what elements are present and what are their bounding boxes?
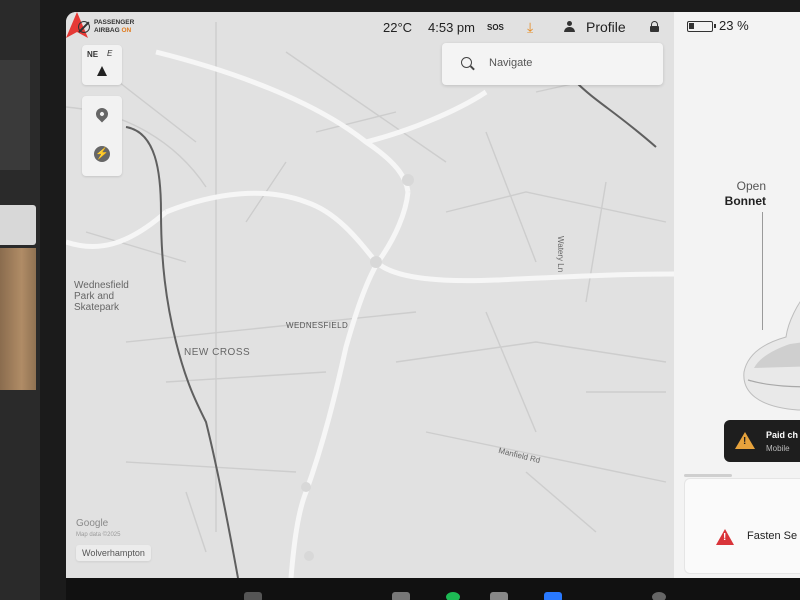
touchscreen: NE E ⚡ Wednesfield Park and Skatepark WE… xyxy=(66,12,800,578)
spotify-icon[interactable] xyxy=(446,592,460,600)
volume-icon[interactable] xyxy=(244,592,262,600)
battery-fill xyxy=(689,23,694,29)
lock-icon[interactable] xyxy=(650,21,659,32)
airbag-state: ON xyxy=(121,27,132,34)
bluetooth-icon[interactable] xyxy=(544,592,562,600)
road-minor xyxy=(165,371,327,383)
airbag-text: PASSENGER AIRBAG ON xyxy=(94,19,134,35)
compass-button[interactable]: NE E xyxy=(82,45,122,85)
app-icon[interactable] xyxy=(490,592,508,600)
charging-alert-card[interactable]: Paid ch Mobile xyxy=(724,420,800,462)
bottom-dock xyxy=(66,578,800,600)
canal xyxy=(575,81,657,148)
status-bar: PASSENGER AIRBAG ON 22°C 4:53 pm SOS ⤓ P… xyxy=(66,12,800,42)
profile-button[interactable]: Profile xyxy=(586,19,626,35)
camera-icon[interactable] xyxy=(652,592,666,600)
road-minor xyxy=(395,341,667,363)
charging-bolt-icon[interactable]: ⚡ xyxy=(94,146,110,162)
map-label-wednesfield: WEDNESFIELD xyxy=(286,321,349,330)
main-road xyxy=(288,191,411,578)
airbag-line1: PASSENGER xyxy=(94,19,135,26)
road-minor xyxy=(485,131,537,263)
battery-icon xyxy=(687,21,716,32)
alert-subtitle: Mobile xyxy=(766,444,790,453)
battery-percent: 23 % xyxy=(719,18,749,33)
roundabout xyxy=(402,174,414,186)
download-icon[interactable]: ⤓ xyxy=(527,19,533,36)
search-icon xyxy=(461,57,472,68)
air-vent xyxy=(0,205,36,245)
main-road xyxy=(66,210,168,250)
compass-heading-letter: E xyxy=(107,49,113,58)
road-minor xyxy=(485,311,537,433)
photo-frame: NE E ⚡ Wednesfield Park and Skatepark WE… xyxy=(0,0,800,600)
roundabout xyxy=(370,256,382,268)
seatbelt-alert-card[interactable]: Fasten Se xyxy=(684,478,800,574)
roundabout xyxy=(304,551,314,561)
pin-icon[interactable] xyxy=(93,105,111,123)
seatbelt-warning-icon xyxy=(716,529,734,545)
road-minor xyxy=(525,471,597,533)
bonnet-button[interactable]: Bonnet xyxy=(712,194,766,208)
compass-direction-label: NE xyxy=(87,50,99,59)
sos-button[interactable]: SOS xyxy=(487,23,504,32)
region-label[interactable]: Wolverhampton xyxy=(76,545,151,561)
road-minor xyxy=(445,191,667,223)
main-road xyxy=(365,89,488,145)
car-illustration xyxy=(743,301,800,411)
vehicle-panel: Open Bonnet Paid ch Mobile Fasten Se xyxy=(674,12,800,578)
google-attribution: Google xyxy=(76,518,109,529)
map-label-new-cross: NEW CROSS xyxy=(184,347,251,358)
road-minor xyxy=(125,461,297,473)
navigate-search[interactable]: Navigate xyxy=(442,43,663,85)
map-view[interactable]: NE E ⚡ Wednesfield Park and Skatepark WE… xyxy=(66,12,674,578)
map-label-watery-ln: Watery Ln xyxy=(556,236,565,273)
airbag-off-icon xyxy=(78,21,90,33)
airbag-line2: AIRBAG xyxy=(94,27,120,34)
map-label-park: Wednesfield Park and Skatepark xyxy=(74,280,129,313)
warning-icon xyxy=(735,432,755,449)
alert-title: Paid ch xyxy=(766,430,799,440)
roundabout xyxy=(301,482,311,492)
app-icon[interactable] xyxy=(392,592,410,600)
airbag-status: PASSENGER AIRBAG ON xyxy=(78,19,134,35)
profile-icon[interactable] xyxy=(564,21,575,32)
road-network xyxy=(66,22,674,578)
wood-trim xyxy=(0,248,36,390)
dashboard-bezel xyxy=(0,60,30,170)
compass-arrow-icon xyxy=(97,66,107,76)
outside-temperature[interactable]: 22°C xyxy=(383,20,412,35)
map-data-copyright: Map data ©2025 xyxy=(76,532,121,538)
clock: 4:53 pm xyxy=(428,20,475,35)
card-indicator xyxy=(684,474,732,477)
seatbelt-alert-text: Fasten Se xyxy=(747,530,798,542)
open-label[interactable]: Open xyxy=(726,179,766,193)
road-minor xyxy=(425,431,667,483)
road-minor xyxy=(585,181,607,303)
main-road xyxy=(165,190,674,284)
road-minor xyxy=(185,491,207,553)
navigate-placeholder: Navigate xyxy=(489,57,533,69)
map-poi-controls: ⚡ xyxy=(82,96,122,176)
